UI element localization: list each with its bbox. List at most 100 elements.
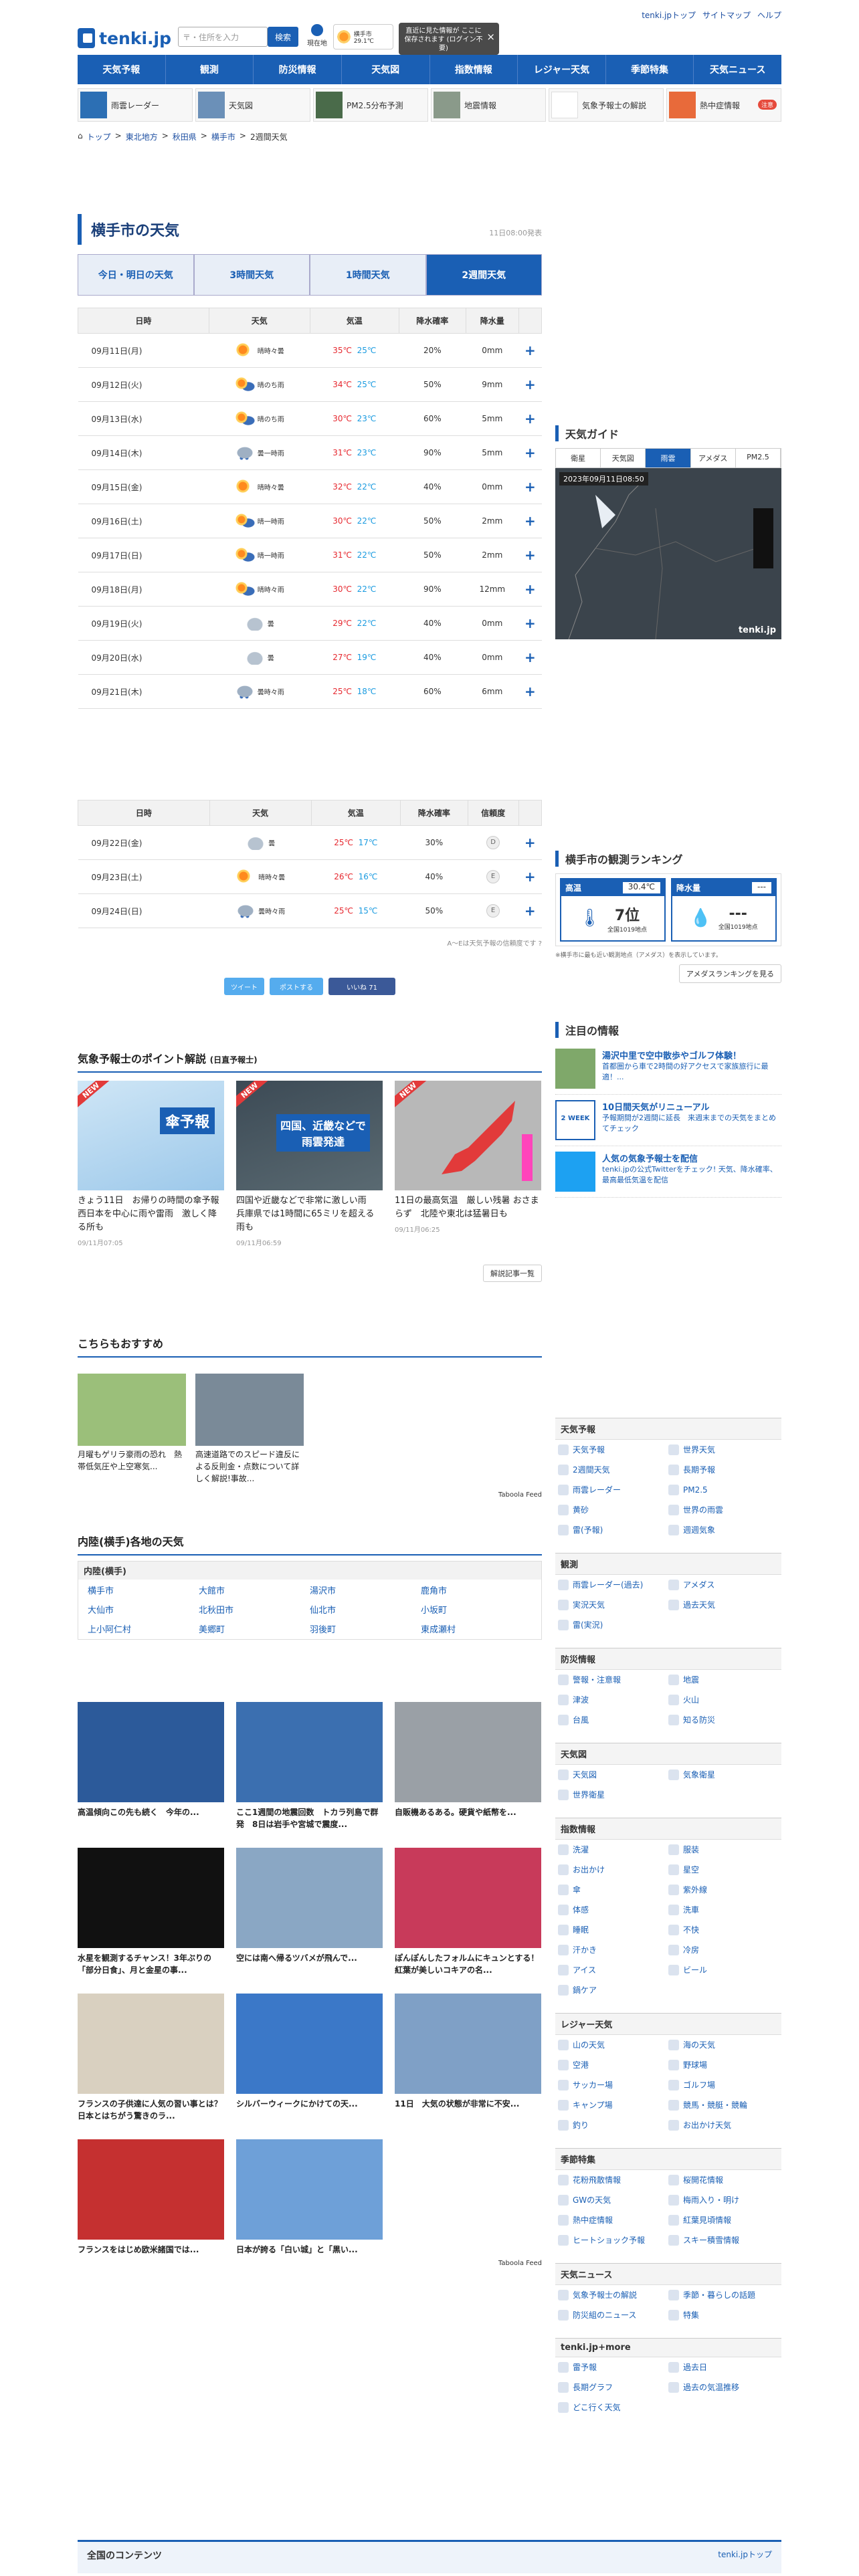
menu-link[interactable]: 冷房 (668, 1944, 779, 1955)
menu-link[interactable]: 過去天気 (668, 1599, 779, 1610)
taboola-item[interactable]: 自販機あるある。硬貨や紙幣を... (395, 1702, 541, 1830)
city-link[interactable]: 小坂町 (421, 1603, 532, 1616)
menu-link[interactable]: 地震 (668, 1674, 779, 1685)
city-link[interactable]: 上小阿仁村 (88, 1622, 199, 1635)
menu-link[interactable]: ビール (668, 1964, 779, 1975)
menu-link[interactable]: アメダス (668, 1579, 779, 1590)
gnav-item[interactable]: レジャー天気 (518, 55, 606, 84)
breadcrumb-link[interactable]: トップ (87, 131, 111, 144)
menu-link[interactable]: 不快 (668, 1924, 779, 1935)
menu-link[interactable]: 海の天気 (668, 2039, 779, 2050)
expand-icon[interactable]: + (524, 615, 536, 631)
menu-link[interactable]: 花粉飛散情報 (558, 2174, 668, 2185)
gnav-item[interactable]: 天気ニュース (694, 55, 781, 84)
expand-icon[interactable]: + (524, 903, 536, 919)
menu-link[interactable]: 洗車 (668, 1904, 779, 1915)
expand-icon[interactable]: + (524, 547, 536, 563)
article-card[interactable]: NEW 傘予報 きょう11日 お帰りの時間の傘予報 西日本を中心に雨や雷雨 激し… (78, 1081, 228, 1247)
menu-link[interactable]: 知る防災 (668, 1714, 779, 1725)
expand-icon[interactable]: + (524, 479, 536, 495)
taboola-item[interactable]: ここ1週間の地震回数 トカラ列島で群発 8日は岩手や宮城で震度... (236, 1702, 383, 1830)
menu-link[interactable]: 気象衛星 (668, 1769, 779, 1780)
breadcrumb-link[interactable]: 秋田県 (173, 131, 197, 144)
guide-tab[interactable]: 雨雲 (646, 449, 691, 467)
tab-3hour[interactable]: 3時間天気 (193, 254, 310, 296)
rank-high[interactable]: 高温 30.4℃ 🌡 7位 全国1019地点 (560, 878, 666, 942)
article-card[interactable]: NEW 11日の最高気温 厳しい残暑 おさまらず 北陸や東北は猛暑日も 09/1… (395, 1081, 541, 1247)
city-link[interactable]: 北秋田市 (199, 1603, 310, 1616)
subnav-item[interactable]: 気象予報士の解説 (549, 88, 664, 122)
expand-icon[interactable]: + (524, 377, 536, 393)
city-link[interactable]: 東成瀬村 (421, 1622, 532, 1635)
menu-link[interactable]: 週週気象 (668, 1524, 779, 1535)
menu-link[interactable]: 世界の雨雲 (668, 1504, 779, 1515)
notice-item[interactable]: 湯沢中里で空中散歩やゴルフ体験！ 首都圏から車で2時間の好アクセスで家族旅行に最適… (555, 1043, 781, 1095)
menu-link[interactable]: 長期予報 (668, 1464, 779, 1475)
menu-link[interactable]: お出かけ天気 (668, 2119, 779, 2131)
search-button[interactable]: 検索 (268, 27, 298, 47)
expand-icon[interactable]: + (524, 683, 536, 700)
expand-icon[interactable]: + (524, 445, 536, 461)
city-link[interactable]: 湯沢市 (310, 1584, 421, 1596)
subnav-item[interactable]: 雨雲レーダー (78, 88, 193, 122)
more-articles-button[interactable]: 解説記事一覧 (483, 1265, 542, 1282)
menu-link[interactable]: 気象予報士の解説 (558, 2289, 668, 2300)
city-link[interactable]: 鹿角市 (421, 1584, 532, 1596)
notice-item[interactable]: 人気の気象予報士を配信 tenki.jpの公式Twitterをチェック! 天気、降… (555, 1146, 781, 1198)
tab-today[interactable]: 今日・明日の天気 (78, 254, 194, 296)
city-link[interactable]: 大仙市 (88, 1603, 199, 1616)
menu-link[interactable]: スキー積雪情報 (668, 2234, 779, 2246)
menu-link[interactable]: 鍋ケア (558, 1984, 668, 1996)
expand-icon[interactable]: + (524, 649, 536, 665)
menu-link[interactable]: どこ行く天気 (558, 2401, 668, 2413)
gnav-item[interactable]: 防災情報 (254, 55, 342, 84)
menu-link[interactable]: 天気図 (558, 1769, 668, 1780)
city-link[interactable]: 大館市 (199, 1584, 310, 1596)
menu-link[interactable]: 傘 (558, 1884, 668, 1895)
menu-link[interactable]: 雷(予報) (558, 1524, 668, 1535)
menu-link[interactable]: 天気予報 (558, 1444, 668, 1455)
subnav-item[interactable]: 熱中症情報 注意 (666, 88, 781, 122)
menu-link[interactable]: 紅葉見頃情報 (668, 2214, 779, 2226)
menu-link[interactable]: 火山 (668, 1694, 779, 1705)
menu-link[interactable]: 競馬・競艇・競輪 (668, 2099, 779, 2111)
menu-link[interactable]: 星空 (668, 1864, 779, 1875)
like-button[interactable]: いいね 71 (328, 978, 395, 995)
reliability-note[interactable]: A〜Eは天気予報の信頼度です ? (78, 938, 542, 948)
breadcrumb-link[interactable]: 横手市 (211, 131, 235, 144)
expand-icon[interactable]: + (524, 411, 536, 427)
subnav-item[interactable]: PM2.5分布予測 (313, 88, 428, 122)
menu-link[interactable]: 山の天気 (558, 2039, 668, 2050)
taboola-item[interactable]: 水星を観測するチャンス！3年ぶりの「部分日食」、月と金星の事... (78, 1848, 224, 1976)
logo[interactable]: tenki.jp (78, 27, 171, 49)
menu-link[interactable]: 津波 (558, 1694, 668, 1705)
breadcrumb-link[interactable]: 東北地方 (126, 131, 158, 144)
tab-1hour[interactable]: 1時間天気 (310, 254, 426, 296)
menu-link[interactable]: 雷予報 (558, 2361, 668, 2373)
city-link[interactable]: 羽後町 (310, 1622, 421, 1635)
guide-tab[interactable]: 衛星 (556, 449, 601, 467)
gnav-item[interactable]: 観測 (166, 55, 254, 84)
taboola-item[interactable]: 11日 大気の状態が非常に不安... (395, 1994, 541, 2122)
menu-link[interactable]: キャンプ場 (558, 2099, 668, 2111)
saved-weather[interactable]: 横手市 29.1℃ (333, 24, 393, 49)
menu-link[interactable]: 野球場 (668, 2059, 779, 2070)
expand-icon[interactable]: + (524, 835, 536, 851)
top-link[interactable]: サイトマップ (702, 9, 751, 21)
tab-2week[interactable]: 2週間天気 (425, 254, 542, 296)
taboola-item[interactable]: シルバーウィークにかけての天... (236, 1994, 383, 2122)
tweet-button[interactable]: ツイート (224, 978, 264, 995)
radar-map[interactable]: 2023年09月11日08:50 tenki.jp (555, 468, 781, 639)
menu-link[interactable]: サッカー場 (558, 2079, 668, 2090)
menu-link[interactable]: 紫外線 (668, 1884, 779, 1895)
menu-link[interactable]: 雨雲レーダー(過去) (558, 1579, 668, 1590)
expand-icon[interactable]: + (524, 513, 536, 529)
recommend-item[interactable]: 高速道路でのスピード違反による反則金・点数について詳しく解説!事故... (195, 1374, 304, 1485)
guide-tab[interactable]: アメダス (690, 449, 736, 467)
current-location-button[interactable]: 現在地 (304, 24, 330, 49)
menu-link[interactable]: 過去の気温推移 (668, 2381, 779, 2393)
menu-link[interactable]: 特集 (668, 2309, 779, 2321)
gnav-item[interactable]: 季節特集 (606, 55, 694, 84)
gnav-item[interactable]: 天気図 (342, 55, 430, 84)
menu-link[interactable]: 雷(実況) (558, 1619, 668, 1630)
